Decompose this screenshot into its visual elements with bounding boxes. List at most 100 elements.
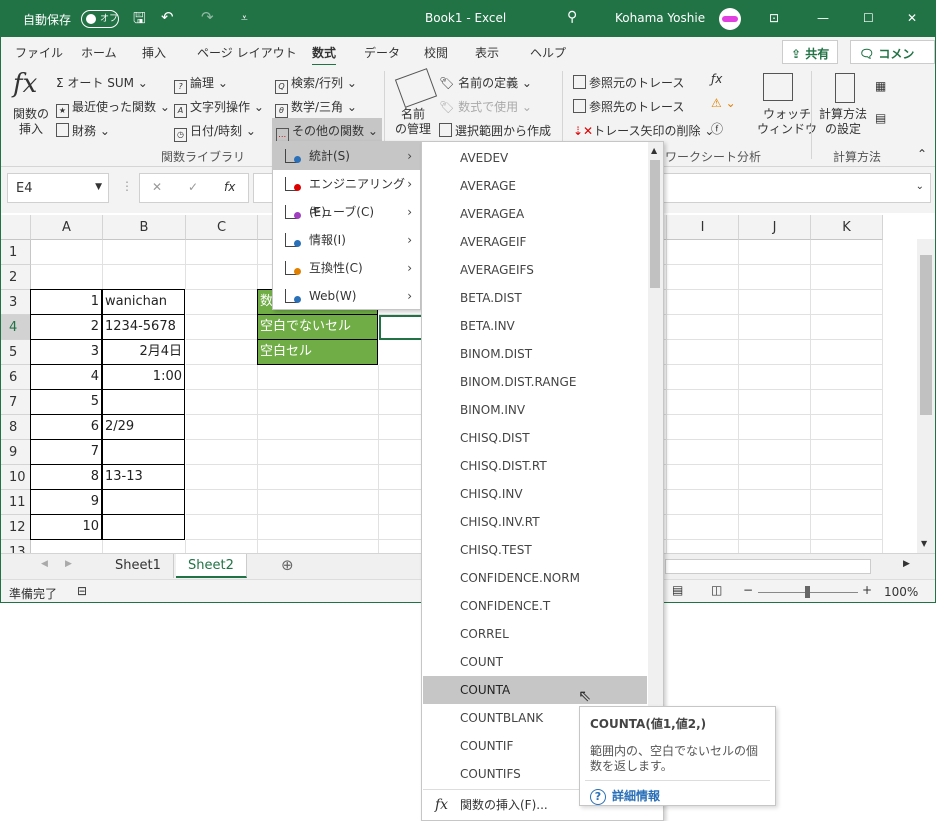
create-from-selection-button[interactable]: 選択範囲から作成 (439, 122, 551, 139)
cell-D8[interactable] (258, 415, 379, 440)
more-functions-button[interactable]: … その他の関数 ⌄ (272, 118, 382, 142)
redo-icon[interactable]: ↷ (201, 8, 214, 26)
lookup-button[interactable]: Q 検索/行列 ⌄ (275, 74, 357, 94)
cell-K6[interactable] (811, 365, 883, 390)
cell-B6[interactable]: 1:00 (102, 364, 185, 390)
sheet-tab-sheet1[interactable]: Sheet1 (103, 554, 174, 578)
function-item-beta-dist[interactable]: BETA.DIST (423, 284, 647, 312)
function-item-averageifs[interactable]: AVERAGEIFS (423, 256, 647, 284)
row-header-2[interactable]: 2 (1, 265, 31, 290)
row-header-7[interactable]: 7 (1, 390, 31, 415)
cell-B9[interactable] (102, 439, 185, 465)
enter-icon[interactable]: ✓ (188, 180, 198, 194)
cell-K3[interactable] (811, 290, 883, 315)
cell-C10[interactable] (186, 465, 258, 490)
evaluate-formula-icon[interactable]: ⓕ (711, 120, 723, 137)
cell-K12[interactable] (811, 515, 883, 540)
cell-J7[interactable] (739, 390, 811, 415)
cell-D13[interactable] (258, 540, 379, 553)
cell-A5[interactable]: 3 (30, 339, 102, 365)
horizontal-scrollbar[interactable] (665, 559, 871, 574)
cell-I4[interactable] (667, 315, 739, 340)
cell-K11[interactable] (811, 490, 883, 515)
calc-now-icon[interactable]: ▦ (875, 79, 886, 93)
row-header-11[interactable]: 11 (1, 490, 31, 515)
cell-B4[interactable]: 1234-5678 (102, 314, 185, 340)
cell-B7[interactable] (102, 389, 185, 415)
cell-B8[interactable]: 2/29 (102, 414, 185, 440)
scroll-right-icon[interactable]: ▶ (903, 559, 910, 569)
function-item-binom-inv[interactable]: BINOM.INV (423, 396, 647, 424)
next-sheet-icon[interactable]: ▶ (65, 559, 72, 569)
insert-function-button[interactable]: 関数の 挿入 (13, 107, 49, 137)
watch-window-button[interactable]: ウォッチ ウィンドウ (757, 107, 817, 137)
scroll-down-icon[interactable]: ▼ (921, 539, 927, 548)
tab-0[interactable]: ファイル (15, 44, 63, 61)
save-icon[interactable]: 🖫 (133, 8, 146, 33)
function-item-confidence-norm[interactable]: CONFIDENCE.NORM (423, 564, 647, 592)
menu-scroll-thumb[interactable] (650, 160, 660, 288)
tab-6[interactable]: 校閲 (424, 44, 448, 61)
scroll-up-icon[interactable]: ▲ (651, 146, 657, 155)
cell-I1[interactable] (667, 240, 739, 265)
menu-item-2[interactable]: キューブ(C) › (273, 198, 420, 226)
function-item-beta-inv[interactable]: BETA.INV (423, 312, 647, 340)
function-item-chisq-test[interactable]: CHISQ.TEST (423, 536, 647, 564)
cell-J9[interactable] (739, 440, 811, 465)
row-header-3[interactable]: 3 (1, 290, 31, 315)
function-item-average[interactable]: AVERAGE (423, 172, 647, 200)
function-item-binom-dist-range[interactable]: BINOM.DIST.RANGE (423, 368, 647, 396)
undo-icon[interactable]: ↶ (161, 8, 174, 26)
avatar[interactable] (719, 8, 741, 30)
cell-I8[interactable] (667, 415, 739, 440)
cell-I11[interactable] (667, 490, 739, 515)
calc-options-button[interactable]: 計算方法 の設定 (819, 107, 867, 137)
cell-B2[interactable] (103, 265, 186, 290)
cell-J11[interactable] (739, 490, 811, 515)
trace-precedents-button[interactable]: 参照元のトレース (573, 74, 684, 91)
logical-button[interactable]: ? 論理 ⌄ (174, 74, 228, 94)
cell-J8[interactable] (739, 415, 811, 440)
search-icon[interactable]: ⚲ (567, 9, 577, 25)
cell-J12[interactable] (739, 515, 811, 540)
cell-I12[interactable] (667, 515, 739, 540)
name-box[interactable]: E4 ▼ (7, 173, 109, 203)
insert-function-icon[interactable]: fx (224, 180, 235, 194)
cell-C1[interactable] (186, 240, 258, 265)
financial-button[interactable]: 財務 ⌄ (56, 122, 110, 139)
tab-3[interactable]: ページ レイアウト (197, 44, 297, 61)
comment-button[interactable]: 🗨 コメント (850, 40, 935, 78)
cell-B12[interactable] (102, 514, 185, 540)
math-button[interactable]: θ 数学/三角 ⌄ (275, 98, 357, 118)
share-button[interactable]: ⇪ 共有 (782, 40, 839, 64)
zoom-level[interactable]: 100% (884, 585, 918, 599)
function-item-binom-dist[interactable]: BINOM.DIST (423, 340, 647, 368)
cell-I10[interactable] (667, 465, 739, 490)
cell-C7[interactable] (186, 390, 258, 415)
function-item-count[interactable]: COUNT (423, 648, 647, 676)
autosum-button[interactable]: Σ オート SUM ⌄ (56, 74, 148, 91)
cell-C3[interactable] (186, 290, 258, 315)
column-header-J[interactable]: J (739, 215, 811, 240)
row-header-4[interactable]: 4 (1, 315, 31, 340)
menu-item-4[interactable]: 互換性(C) › (273, 254, 420, 282)
tab-8[interactable]: ヘルプ (530, 44, 566, 61)
cell-J5[interactable] (739, 340, 811, 365)
cell-C6[interactable] (186, 365, 258, 390)
select-all-corner[interactable] (1, 215, 31, 240)
row-header-9[interactable]: 9 (1, 440, 31, 465)
cell-K13[interactable] (811, 540, 883, 553)
recent-functions-button[interactable]: ★ 最近使った関数 ⌄ (56, 98, 170, 118)
zoom-slider[interactable] (758, 586, 858, 598)
column-header-B[interactable]: B (103, 215, 186, 240)
page-break-view-icon[interactable]: ◫ (711, 583, 722, 597)
cell-I13[interactable] (667, 540, 739, 553)
cell-B13[interactable] (103, 540, 186, 553)
cell-D10[interactable] (258, 465, 379, 490)
cell-A11[interactable]: 9 (30, 489, 102, 515)
cell-K10[interactable] (811, 465, 883, 490)
customize-icon[interactable]: ⩡ (241, 11, 248, 26)
cell-D11[interactable] (258, 490, 379, 515)
tab-7[interactable]: 表示 (475, 44, 499, 61)
cell-K4[interactable] (811, 315, 883, 340)
